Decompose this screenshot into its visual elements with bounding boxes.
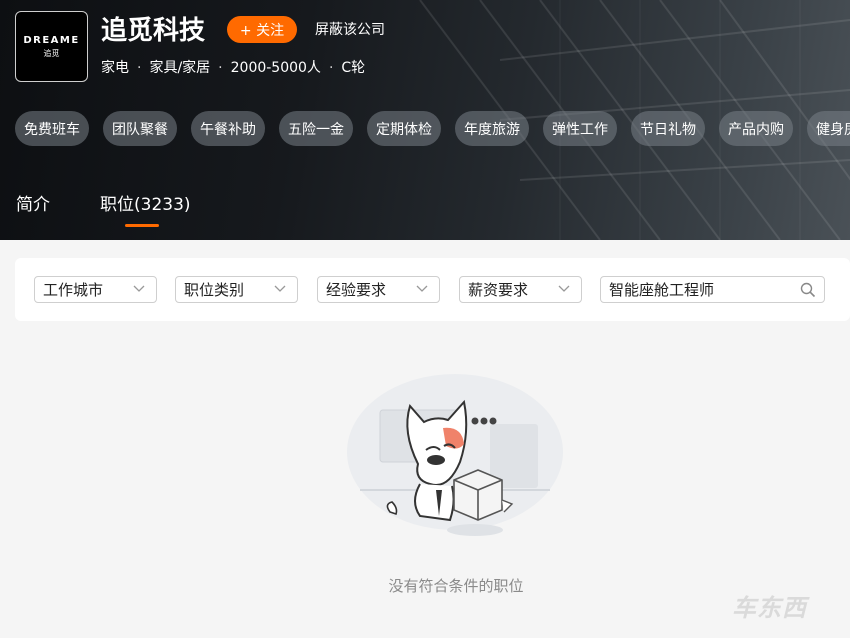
- category-select-label: 职位类别: [184, 281, 245, 299]
- chevron-down-icon: [274, 285, 286, 292]
- tab-jobs[interactable]: 职位(3233): [100, 192, 191, 227]
- benefit-tag: 定期体检: [367, 111, 441, 146]
- chevron-down-icon: [558, 285, 570, 292]
- salary-select-label: 薪资要求: [468, 281, 529, 299]
- company-logo: DREAME 追觅: [15, 11, 88, 82]
- logo-subtext: 追觅: [43, 48, 60, 58]
- meta-separator: ·: [137, 60, 142, 76]
- category-select[interactable]: 职位类别: [175, 276, 298, 303]
- meta-separator: ·: [218, 60, 223, 76]
- watermark-logo: 车东西: [732, 594, 807, 622]
- meta-category: 家具/家居: [149, 60, 211, 76]
- company-tabs: 简介 职位(3233): [16, 192, 241, 227]
- empty-state-message: 没有符合条件的职位: [388, 577, 524, 595]
- benefit-tag: 弹性工作: [543, 111, 617, 146]
- experience-select[interactable]: 经验要求: [317, 276, 440, 303]
- benefit-tag: 年度旅游: [455, 111, 529, 146]
- tab-intro[interactable]: 简介: [16, 192, 50, 218]
- city-select-label: 工作城市: [43, 281, 104, 299]
- benefit-tag: 午餐补助: [191, 111, 265, 146]
- search-value: 智能座舱工程师: [609, 281, 715, 299]
- logo-text: DREAME: [23, 34, 80, 46]
- meta-separator: ·: [328, 60, 334, 76]
- meta-funding: C轮: [341, 60, 366, 76]
- benefit-tag: 五险一金: [279, 111, 353, 146]
- benefit-tag: 健身房: [807, 111, 850, 146]
- city-select[interactable]: 工作城市: [34, 276, 157, 303]
- search-icon[interactable]: [800, 282, 816, 298]
- benefit-tag: 产品内购: [719, 111, 793, 146]
- benefit-tag: 团队聚餐: [103, 111, 177, 146]
- job-search-input[interactable]: 智能座舱工程师: [600, 276, 825, 303]
- chevron-down-icon: [133, 285, 145, 292]
- job-filter-bar: 工作城市 职位类别 经验要求 薪资要求 智能座舱工程师: [15, 258, 850, 321]
- empty-state-illustration: [347, 374, 563, 536]
- meta-industry: 家电: [101, 60, 129, 76]
- follow-button[interactable]: + 关注: [227, 16, 297, 43]
- company-name: 追觅科技: [101, 16, 206, 46]
- salary-select[interactable]: 薪资要求: [459, 276, 582, 303]
- chevron-down-icon: [416, 285, 428, 292]
- company-meta: 家电 · 家具/家居 · 2000-5000人 · C轮: [101, 58, 365, 78]
- block-company-link[interactable]: 屏蔽该公司: [315, 20, 385, 40]
- meta-size: 2000-5000人: [230, 60, 321, 76]
- benefit-tag: 节日礼物: [631, 111, 705, 146]
- benefit-tags: 免费班车 团队聚餐 午餐补助 五险一金 定期体检 年度旅游 弹性工作 节日礼物 …: [15, 111, 850, 146]
- benefit-tag: 免费班车: [15, 111, 89, 146]
- company-header: DREAME 追觅 追觅科技 + 关注 屏蔽该公司 家电 · 家具/家居 · 2…: [0, 0, 850, 240]
- experience-select-label: 经验要求: [326, 281, 387, 299]
